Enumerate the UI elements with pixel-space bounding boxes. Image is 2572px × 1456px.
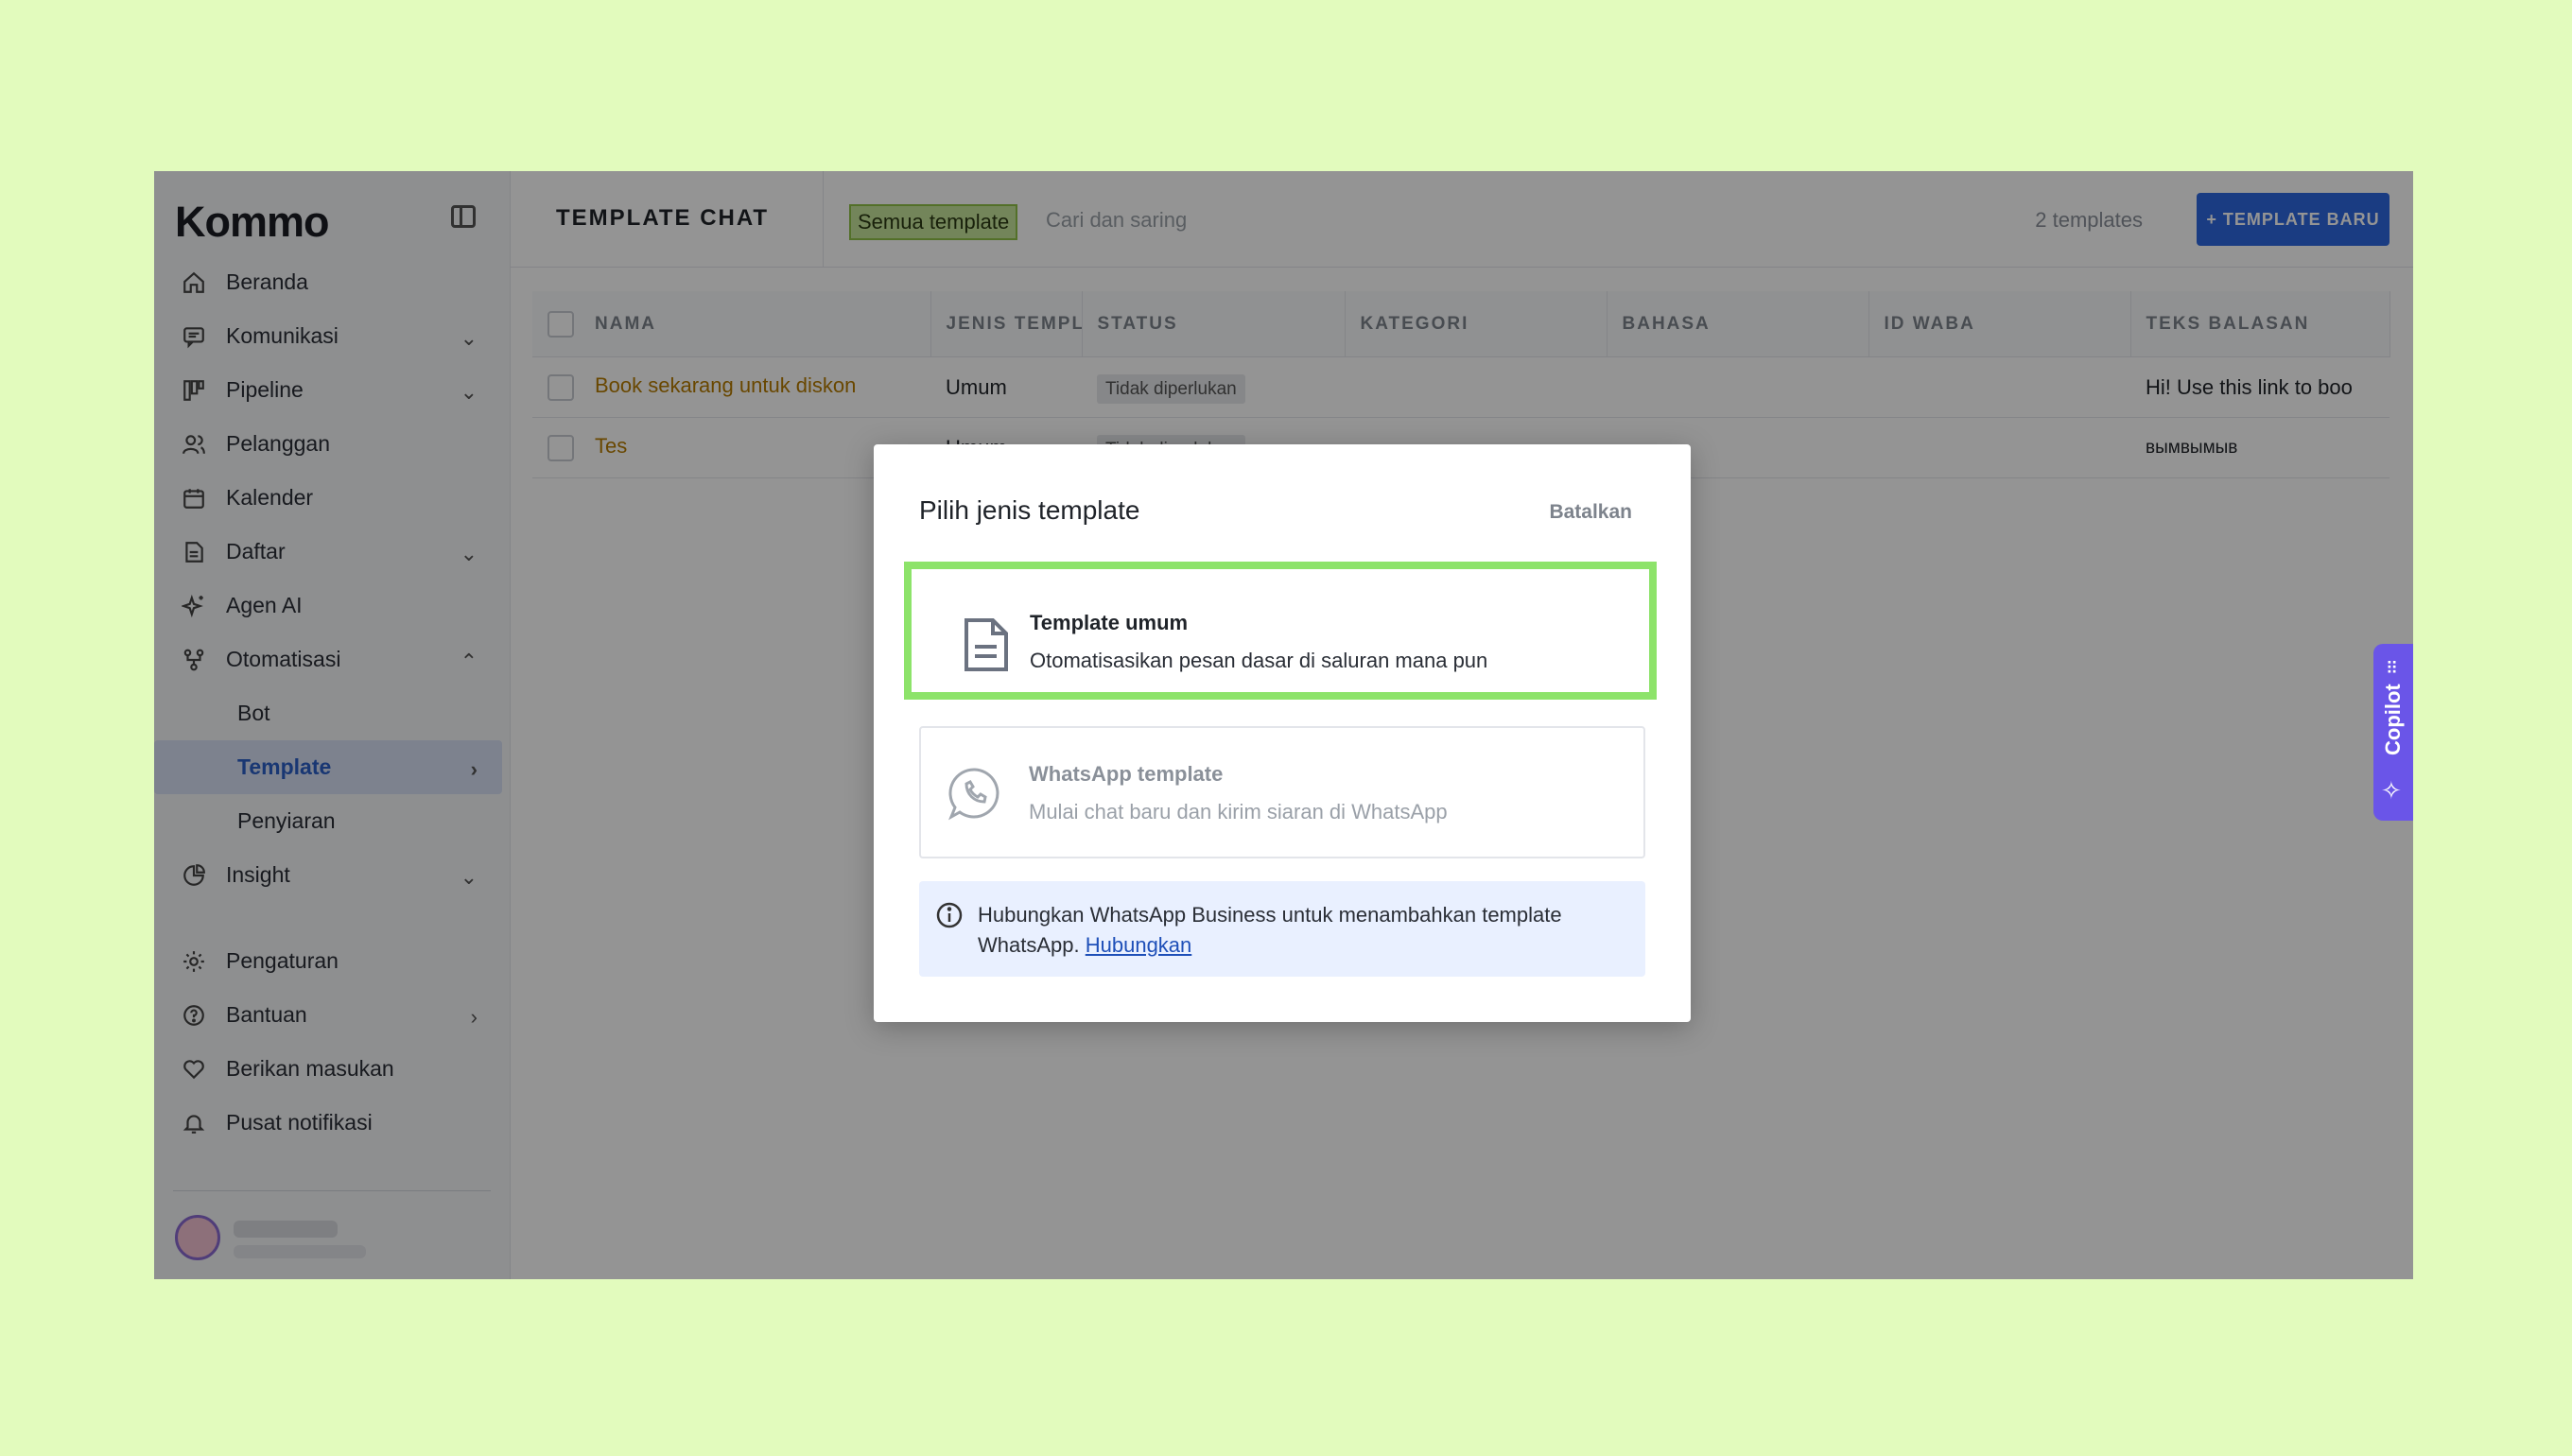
option-description: Otomatisasikan pesan dasar di saluran ma… (1030, 649, 1488, 672)
copilot-label: Copilot (2381, 684, 2405, 755)
option-whatsapp-template: WhatsApp template Mulai chat baru dan ki… (919, 726, 1645, 858)
document-icon (964, 618, 1008, 671)
option-general-template[interactable]: Template umum Otomatisasikan pesan dasar… (904, 562, 1657, 700)
option-title: WhatsApp template (1029, 762, 1224, 786)
drag-handle-icon[interactable]: ⠿ (2386, 659, 2398, 679)
option-general-inner: Template umum Otomatisasikan pesan dasar… (919, 577, 1642, 685)
connect-link[interactable]: Hubungkan (1086, 933, 1192, 957)
modal-title: Pilih jenis template (919, 495, 1140, 525)
copilot-tab[interactable]: ⠿ Copilot ✧ (2373, 644, 2413, 821)
info-icon (936, 902, 963, 928)
choose-template-modal: Pilih jenis template Batalkan Template u… (874, 444, 1691, 1022)
option-description: Mulai chat baru dan kirim siaran di What… (1029, 800, 1448, 823)
cancel-button[interactable]: Batalkan (1549, 501, 1632, 524)
option-title: Template umum (1030, 611, 1189, 634)
info-box: Hubungkan WhatsApp Business untuk menamb… (919, 881, 1645, 977)
whatsapp-icon (948, 768, 999, 821)
sparkle-icon: ✧ (2381, 776, 2402, 805)
info-message: Hubungkan WhatsApp Business untuk menamb… (978, 903, 1562, 957)
info-text: Hubungkan WhatsApp Business untuk menamb… (978, 900, 1621, 961)
